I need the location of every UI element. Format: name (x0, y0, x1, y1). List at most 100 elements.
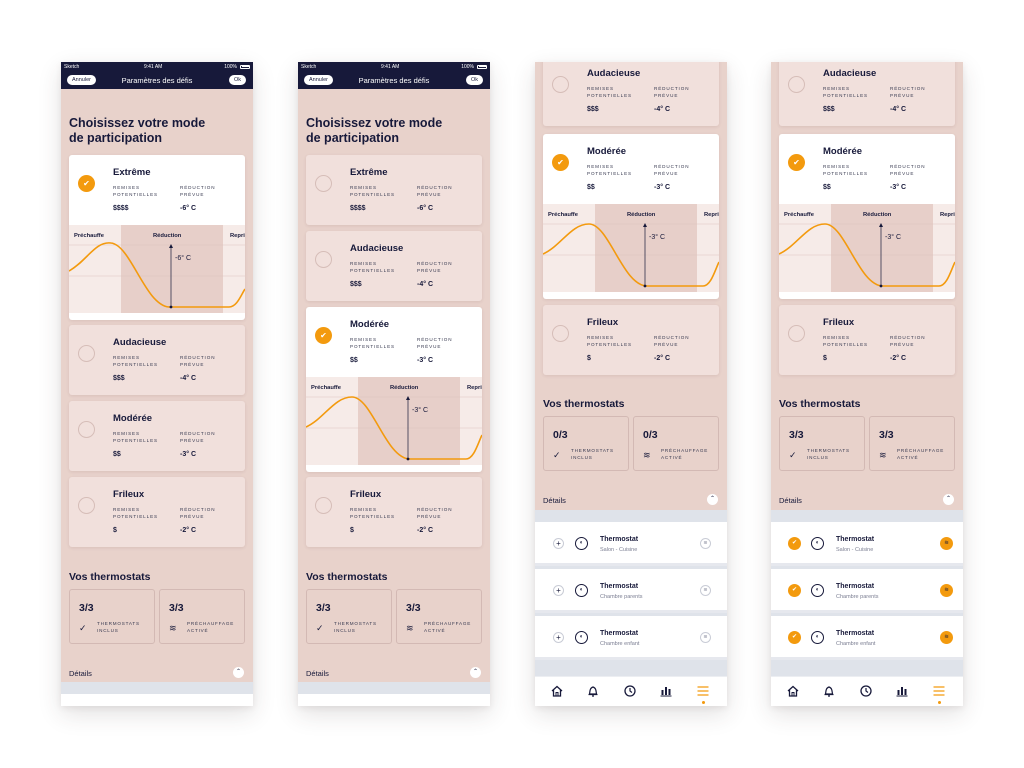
menu-icon[interactable] (931, 683, 947, 704)
bar-chart-icon[interactable] (658, 683, 674, 699)
plus-icon[interactable]: + (553, 538, 564, 549)
option-card-audacieuse[interactable]: Audacieuse REMISES POTENTIELLES RÉDUCTION… (779, 62, 955, 126)
option-card-frileux[interactable]: Frileux REMISES POTENTIELLES RÉDUCTION PRÉ… (306, 477, 482, 547)
schedule-graph: Préchauffe Réduction Repri -3° C (543, 204, 719, 292)
check-icon: ✔ (78, 175, 95, 192)
screen-thermostats-off: Audacieuse REMISES POTENTIELLES RÉDUCTION… (535, 62, 727, 706)
check-icon[interactable]: ✔ (788, 631, 801, 644)
radio-icon (78, 497, 95, 514)
thermostat-row[interactable]: ✔ ◐ Thermostat Salon - Cuisine ≋ (771, 522, 963, 566)
thermostat-row[interactable]: + ◐ Thermostat Chambre parents ≋ (535, 569, 727, 613)
radio-icon (315, 175, 332, 192)
radio-icon (552, 76, 569, 93)
radio-icon (78, 421, 95, 438)
thermostats-title: Vos thermostats (69, 571, 151, 583)
thermostats-included-box: 3/3 ✓ THERMOSTATS INCLUS (306, 589, 392, 644)
check-icon[interactable]: ✔ (788, 584, 801, 597)
schedule-graph: Préchauffe Réduction Repri -3° C (779, 204, 955, 292)
thermostat-icon: ◐ (575, 631, 588, 644)
thermostats-included-box: 3/3 ✓ THERMOSTATS INCLUS (779, 416, 865, 471)
check-icon: ✔ (552, 154, 569, 171)
thermostat-row[interactable]: + ◐ Thermostat Salon - Cuisine ≋ (535, 522, 727, 566)
thermostats-included-box: 0/3 ✓ THERMOSTATS INCLUS (543, 416, 629, 471)
heat-waves-icon[interactable]: ≋ (940, 631, 953, 644)
reduction-value: -6° C (180, 205, 197, 212)
check-icon: ✔ (788, 154, 805, 171)
check-icon[interactable]: ✔ (788, 537, 801, 550)
chevron-up-icon[interactable]: ⌃ (707, 494, 718, 505)
bell-icon[interactable] (585, 683, 601, 699)
chevron-up-icon[interactable]: ⌃ (943, 494, 954, 505)
home-icon[interactable] (549, 683, 565, 699)
option-card-moderee[interactable]: ✔ Modérée REMISES POTENTIELLES RÉDUCTION P… (543, 134, 719, 299)
thermostat-icon: ◐ (811, 631, 824, 644)
radio-icon (552, 325, 569, 342)
preheat-enabled-box: 3/3 ≋ PRÉCHAUFFAGE ACTIVÉ (159, 589, 245, 644)
clock-icon[interactable] (858, 683, 874, 699)
option-card-moderee[interactable]: ✔ Modérée REMISES POTENTIELLES RÉDUCTION P… (779, 134, 955, 299)
plus-icon[interactable]: + (553, 585, 564, 596)
battery-icon (240, 64, 250, 69)
ok-button[interactable]: Ok (228, 75, 246, 85)
tab-bar (771, 676, 963, 706)
option-card-moderee[interactable]: Modérée REMISES POTENTIELLES RÉDUCTION PRÉ… (69, 401, 245, 471)
mode-heading: Choisissez votre mode de participation (69, 116, 206, 145)
heat-waves-icon[interactable]: ≋ (700, 632, 711, 643)
menu-icon[interactable] (695, 683, 711, 704)
rebate-value: $$$$ (113, 205, 129, 212)
option-card-frileux[interactable]: Frileux REMISES POTENTIELLES RÉDUCTION PRÉ… (543, 305, 719, 375)
checkmark-icon: ✓ (79, 623, 87, 633)
heat-waves-icon: ≋ (643, 450, 651, 460)
bell-icon[interactable] (821, 683, 837, 699)
radio-icon (315, 497, 332, 514)
option-card-extreme[interactable]: ✔ Extrême REMISES POTENTIELLES RÉDUCTION P… (69, 155, 245, 320)
checkmark-icon: ✓ (553, 450, 561, 460)
radio-icon (788, 76, 805, 93)
option-card-audacieuse[interactable]: Audacieuse REMISES POTENTIELLES RÉDUCTION… (69, 325, 245, 395)
details-label: Détails (69, 669, 92, 678)
rebates-label: REMISES POTENTIELLES (113, 185, 159, 197)
divider (61, 682, 253, 694)
bar-chart-icon[interactable] (894, 683, 910, 699)
heat-waves-icon[interactable]: ≋ (940, 537, 953, 550)
thermostat-icon: ◐ (811, 537, 824, 550)
graph-reduction-value: -6° C (175, 255, 192, 262)
preheat-enabled-box: 0/3 ≋ PRÉCHAUFFAGE ACTIVÉ (633, 416, 719, 471)
chevron-up-icon[interactable]: ⌃ (470, 667, 481, 678)
option-card-frileux[interactable]: Frileux REMISES POTENTIELLES RÉDUCTION PRÉ… (69, 477, 245, 547)
thermostat-row[interactable]: ✔ ◐ Thermostat Chambre enfant ≋ (771, 616, 963, 660)
status-bar: Sketch 9:41 AM 100% (298, 62, 490, 71)
option-card-moderee[interactable]: ✔ Modérée REMISES POTENTIELLES RÉDUCTION P… (306, 307, 482, 472)
radio-icon (78, 345, 95, 362)
screen-moderee-selected: Sketch 9:41 AM 100% Annuler Paramètres d… (298, 62, 490, 706)
heat-waves-icon[interactable]: ≋ (700, 585, 711, 596)
heat-waves-icon[interactable]: ≋ (940, 584, 953, 597)
check-icon: ✔ (315, 327, 332, 344)
chevron-up-icon[interactable]: ⌃ (233, 667, 244, 678)
graph-label-recovery: Repri (230, 233, 245, 239)
status-bar: Sketch 9:41 AM 100% (61, 62, 253, 71)
plus-icon[interactable]: + (553, 632, 564, 643)
battery-icon (477, 64, 487, 69)
home-icon[interactable] (785, 683, 801, 699)
ok-button[interactable]: Ok (465, 75, 483, 85)
clock-icon[interactable] (622, 683, 638, 699)
thermostat-icon: ◐ (575, 584, 588, 597)
mode-heading: Choisissez votre mode de participation (306, 116, 443, 145)
heat-waves-icon[interactable]: ≋ (700, 538, 711, 549)
preheat-enabled-box: 3/3 ≋ PRÉCHAUFFAGE ACTIVÉ (396, 589, 482, 644)
option-card-frileux[interactable]: Frileux REMISES POTENTIELLES RÉDUCTION PRÉ… (779, 305, 955, 375)
thermostat-icon: ◐ (811, 584, 824, 597)
checkmark-icon: ✓ (316, 623, 324, 633)
nav-bar: Annuler Paramètres des défis Ok (61, 71, 253, 89)
thermostat-row[interactable]: + ◐ Thermostat Chambre enfant ≋ (535, 616, 727, 660)
option-card-extreme[interactable]: Extrême REMISES POTENTIELLES RÉDUCTION PRÉ… (306, 155, 482, 225)
option-card-audacieuse[interactable]: Audacieuse REMISES POTENTIELLES RÉDUCTION… (306, 231, 482, 301)
radio-icon (788, 325, 805, 342)
heat-waves-icon: ≋ (169, 623, 177, 633)
page-title: Paramètres des défis (358, 75, 430, 85)
tab-bar (535, 676, 727, 706)
option-name: Extrême (113, 167, 151, 178)
option-card-audacieuse[interactable]: Audacieuse REMISES POTENTIELLES RÉDUCTION… (543, 62, 719, 126)
thermostat-row[interactable]: ✔ ◐ Thermostat Chambre parents ≋ (771, 569, 963, 613)
